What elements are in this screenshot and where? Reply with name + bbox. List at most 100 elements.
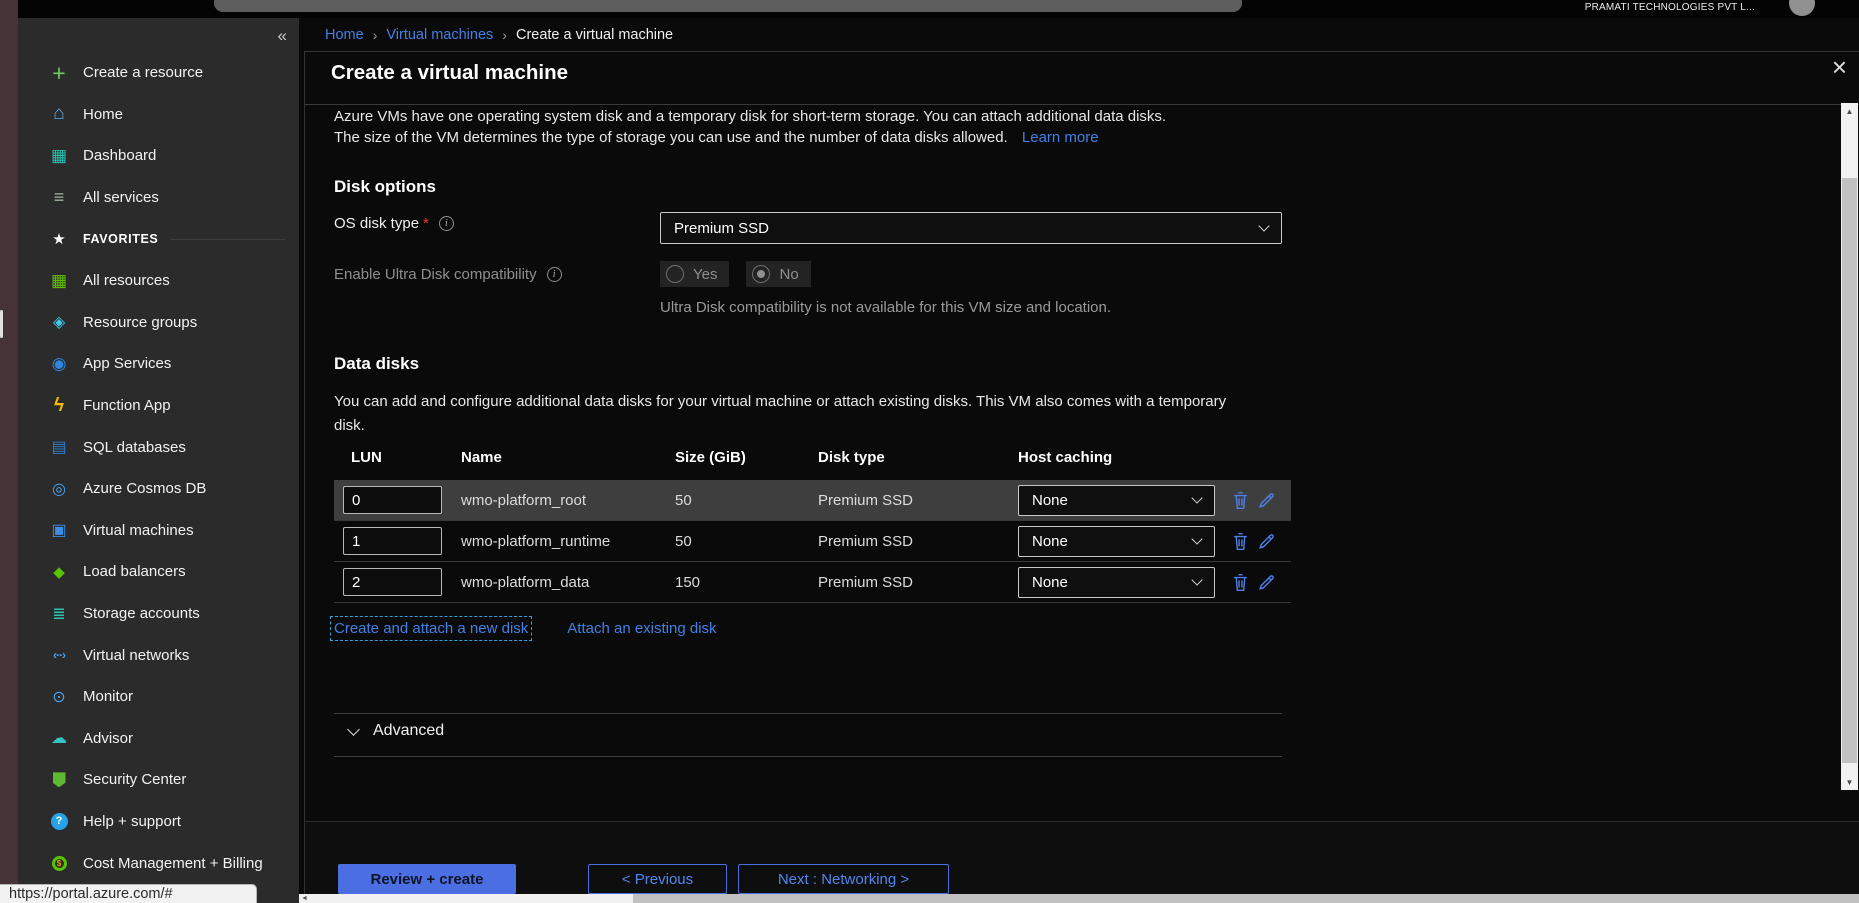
sidebar-item-label: Create a resource <box>83 64 203 81</box>
trash-icon[interactable] <box>1232 491 1249 510</box>
intro-text: Azure VMs have one operating system disk… <box>334 106 1434 148</box>
desktop-edge-strip <box>0 0 18 903</box>
sidebar-item-all-services[interactable]: ≡ All services <box>18 177 299 219</box>
sidebar-item-storage-accounts[interactable]: ≣ Storage accounts <box>18 593 299 635</box>
create-vm-blade: Create a virtual machine × Azure VMs hav… <box>304 51 1859 903</box>
sidebar-favorites-header: ★ FAVORITES <box>18 218 299 260</box>
cost-ring-icon: $ <box>48 853 70 873</box>
edit-pencil-icon[interactable] <box>1258 573 1276 591</box>
lun-input[interactable] <box>343 486 442 514</box>
globe-icon: ◉ <box>48 354 70 374</box>
list-icon: ≡ <box>48 188 70 208</box>
ultra-yes-radio[interactable]: Yes <box>660 261 729 287</box>
edit-pencil-icon[interactable] <box>1258 532 1276 550</box>
star-icon: ★ <box>48 229 70 249</box>
plus-icon: + <box>48 63 70 83</box>
review-create-button[interactable]: Review + create <box>338 864 516 894</box>
disk-type: Premium SSD <box>818 533 1018 550</box>
sidebar-item-virtual-machines[interactable]: ▣ Virtual machines <box>18 510 299 552</box>
edge-scroll-indicator <box>0 310 3 338</box>
scroll-up-icon[interactable]: ▲ <box>1841 103 1858 119</box>
avatar[interactable] <box>1789 0 1815 16</box>
learn-more-link[interactable]: Learn more <box>1022 129 1099 146</box>
os-disk-type-select[interactable]: Premium SSD <box>660 212 1282 244</box>
trash-icon[interactable] <box>1232 532 1249 551</box>
sidebar-item-monitor[interactable]: ⊙ Monitor <box>18 676 299 718</box>
disk-size: 150 <box>675 574 818 591</box>
chevron-down-icon <box>1191 574 1202 585</box>
sidebar-item-app-services[interactable]: ◉ App Services <box>18 343 299 385</box>
ultra-no-radio[interactable]: No <box>746 261 810 287</box>
azure-portal-screen: PRAMATI TECHNOLOGIES PVT L... « + Create… <box>0 0 1859 903</box>
advanced-expander[interactable]: Advanced <box>349 722 444 740</box>
divider <box>334 713 1282 714</box>
host-caching-select[interactable]: None <box>1018 485 1215 516</box>
ultra-disk-note: Ultra Disk compatibility is not availabl… <box>660 299 1111 316</box>
data-disks-heading: Data disks <box>334 354 419 374</box>
sidebar-item-label: Virtual machines <box>83 522 194 539</box>
next-networking-button[interactable]: Next : Networking > <box>738 864 949 894</box>
monitor-icon: ▣ <box>48 520 70 540</box>
sidebar-item-sql-databases[interactable]: ▤ SQL databases <box>18 426 299 468</box>
trash-icon[interactable] <box>1232 573 1249 592</box>
sidebar-item-virtual-networks[interactable]: ‹··› Virtual networks <box>18 634 299 676</box>
sidebar-item-home[interactable]: ⌂ Home <box>18 94 299 136</box>
main-content: Home › Virtual machines › Create a virtu… <box>299 18 1859 903</box>
sidebar-item-label: Dashboard <box>83 147 156 164</box>
global-search-bar[interactable] <box>214 0 1242 12</box>
edit-pencil-icon[interactable] <box>1258 491 1276 509</box>
table-row: wmo-platform_data 150 Premium SSD None <box>334 562 1291 603</box>
sidebar-item-azure-cosmos-db[interactable]: ◎ Azure Cosmos DB <box>18 468 299 510</box>
lightning-icon: ϟ <box>48 396 70 416</box>
os-disk-type-label: OS disk type * i <box>334 215 454 232</box>
scroll-left-icon[interactable]: ◄ <box>301 894 308 903</box>
sidebar-item-create-a-resource[interactable]: + Create a resource <box>18 52 299 94</box>
table-row: wmo-platform_runtime 50 Premium SSD None <box>334 521 1291 562</box>
blade-scroll-area: Azure VMs have one operating system disk… <box>305 105 1841 791</box>
sidebar-item-label: Function App <box>83 397 171 414</box>
ultra-disk-label: Enable Ultra Disk compatibility i <box>334 266 562 283</box>
top-bar: PRAMATI TECHNOLOGIES PVT L... <box>18 0 1859 18</box>
chevron-right-icon: › <box>502 27 507 43</box>
attach-existing-disk-link[interactable]: Attach an existing disk <box>567 620 716 637</box>
column-header-disk-type: Disk type <box>818 449 1018 466</box>
sidebar-item-security-center[interactable]: Security Center <box>18 759 299 801</box>
info-icon[interactable]: i <box>547 267 562 282</box>
lun-input[interactable] <box>343 527 442 555</box>
planet-icon: ◎ <box>48 479 70 499</box>
ultra-disk-radio-group: Yes No <box>660 261 811 287</box>
host-caching-select[interactable]: None <box>1018 567 1215 598</box>
divider <box>170 239 285 240</box>
sidebar-item-all-resources[interactable]: ▦ All resources <box>18 260 299 302</box>
sidebar-item-dashboard[interactable]: ▦ Dashboard <box>18 135 299 177</box>
create-attach-new-disk-link[interactable]: Create and attach a new disk <box>334 620 528 637</box>
sidebar-item-cost-management[interactable]: $ Cost Management + Billing <box>18 842 299 884</box>
previous-button[interactable]: < Previous <box>588 864 727 894</box>
lun-input[interactable] <box>343 568 442 596</box>
disk-size: 50 <box>675 492 818 509</box>
sidebar-item-resource-groups[interactable]: ◈ Resource groups <box>18 302 299 344</box>
disk-name: wmo-platform_runtime <box>461 533 675 550</box>
sidebar-collapse-button[interactable]: « <box>278 26 287 46</box>
disk-options-heading: Disk options <box>334 177 436 197</box>
grid-icon: ▦ <box>48 271 70 291</box>
network-icon: ‹··› <box>48 645 70 665</box>
breadcrumb-virtual-machines[interactable]: Virtual machines <box>386 27 493 43</box>
horizontal-scrollbar-thumb[interactable] <box>633 894 1859 903</box>
vertical-scrollbar[interactable]: ▲ ▼ <box>1841 103 1858 790</box>
disk-type: Premium SSD <box>818 492 1018 509</box>
sidebar-item-advisor[interactable]: ☁ Advisor <box>18 718 299 760</box>
home-icon: ⌂ <box>48 104 70 124</box>
sidebar-item-function-app[interactable]: ϟ Function App <box>18 385 299 427</box>
horizontal-scrollbar[interactable]: ◄ <box>299 894 1859 903</box>
disk-size: 50 <box>675 533 818 550</box>
sidebar-item-label: SQL databases <box>83 439 186 456</box>
host-caching-select[interactable]: None <box>1018 526 1215 557</box>
breadcrumb-home[interactable]: Home <box>325 27 364 43</box>
close-icon[interactable]: × <box>1832 54 1847 80</box>
info-icon[interactable]: i <box>439 216 454 231</box>
sidebar-item-help-support[interactable]: ? Help + support <box>18 801 299 843</box>
vertical-scrollbar-thumb[interactable] <box>1842 178 1857 763</box>
sidebar-item-load-balancers[interactable]: ◆ Load balancers <box>18 551 299 593</box>
scroll-down-icon[interactable]: ▼ <box>1841 774 1858 790</box>
